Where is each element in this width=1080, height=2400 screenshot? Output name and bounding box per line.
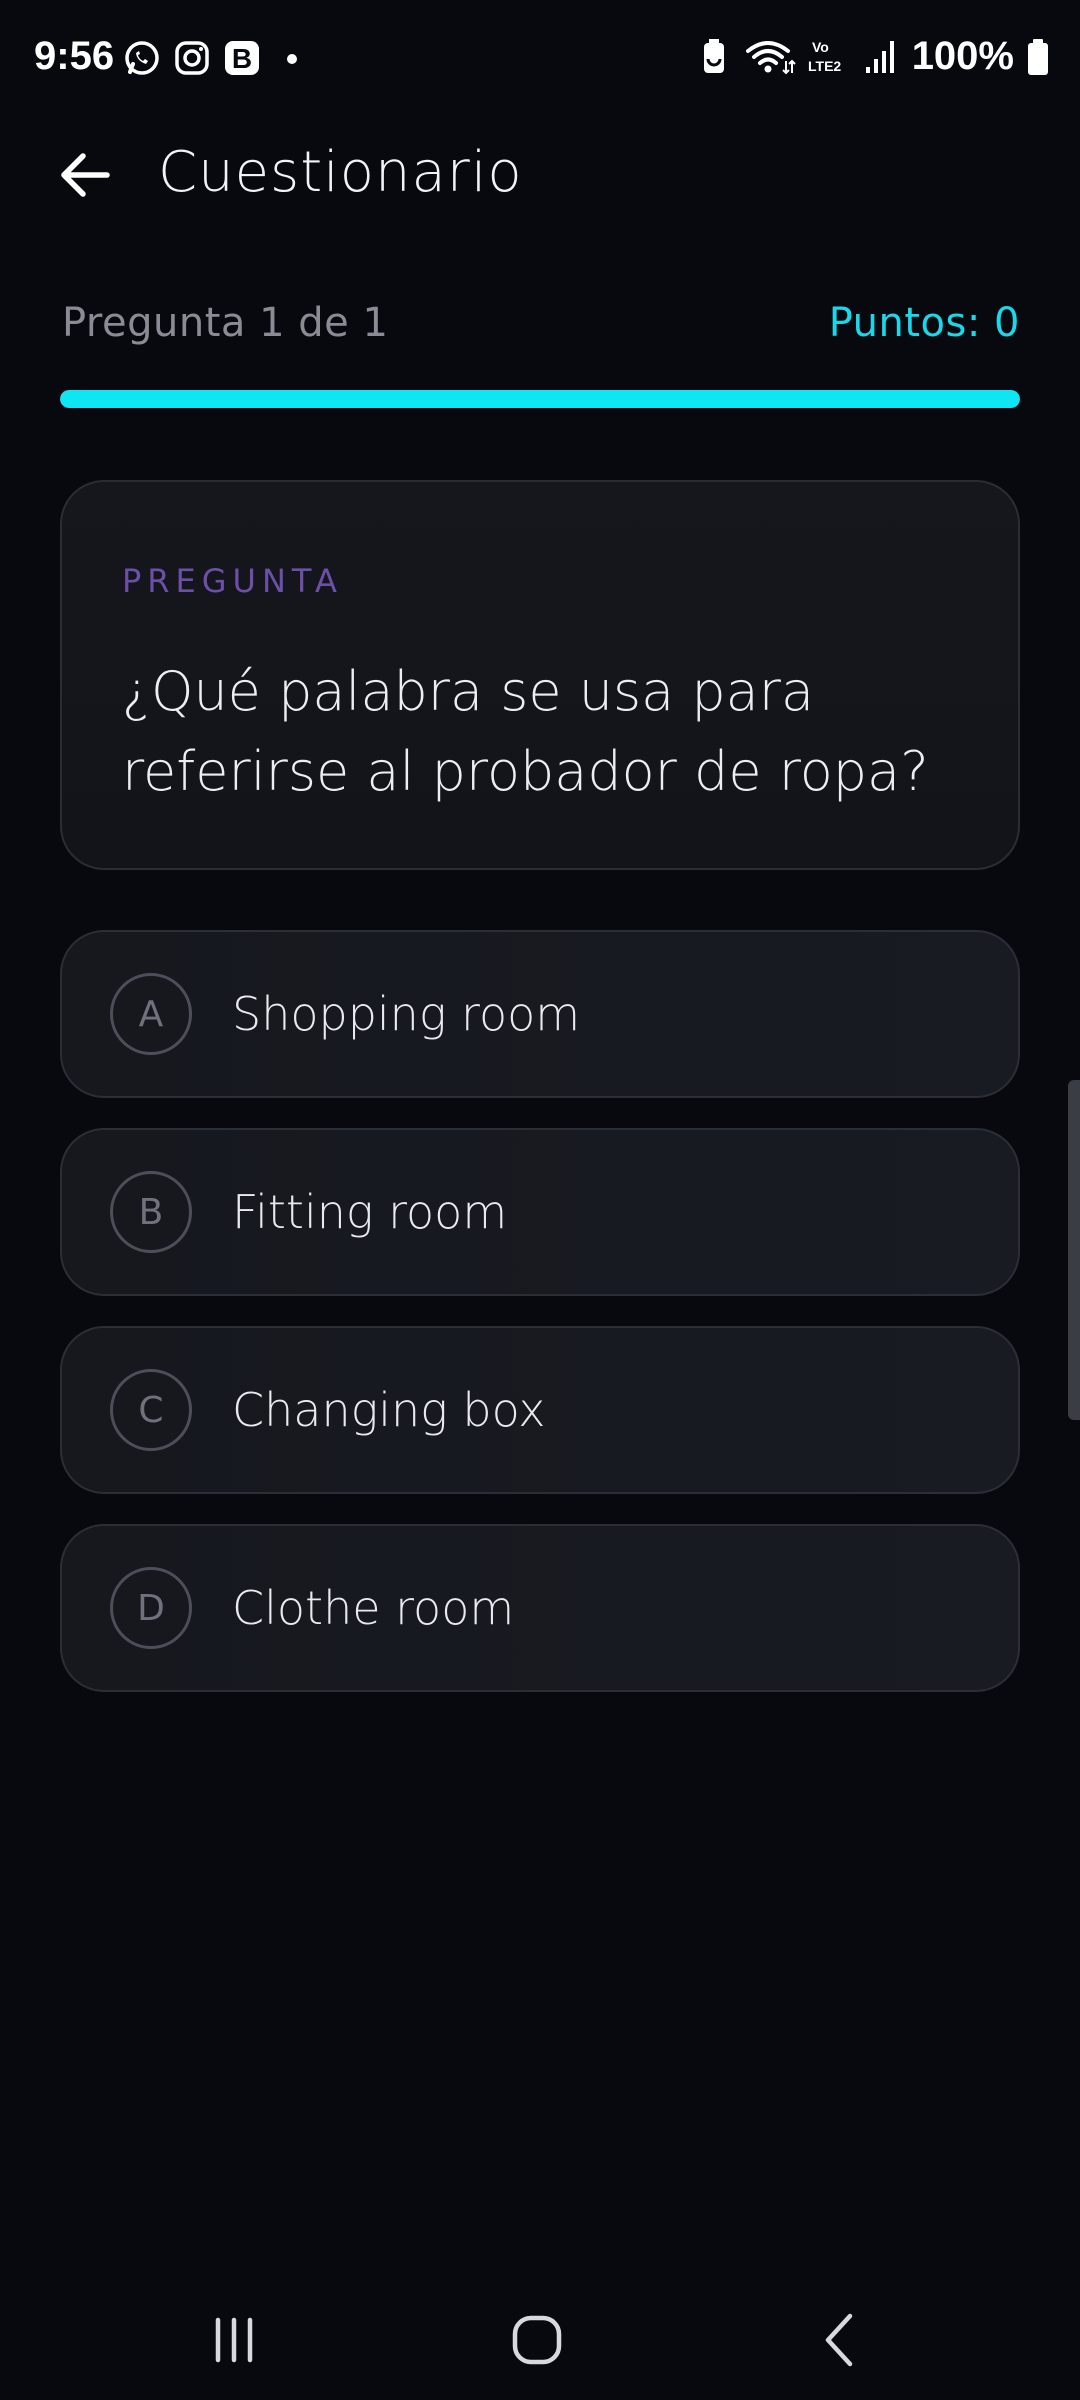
app-bar: Cuestionario: [0, 120, 1080, 230]
page-title: Cuestionario: [158, 140, 523, 205]
option-text: Fitting room: [232, 1185, 508, 1239]
svg-text:LTE2: LTE2: [808, 58, 841, 74]
battery-icon: [1028, 38, 1048, 75]
option-letter-badge: B: [110, 1171, 192, 1253]
home-icon: [512, 2315, 562, 2365]
whatsapp-icon: [125, 41, 159, 75]
signal-icon: [865, 40, 894, 73]
progress-bar: [60, 390, 1020, 408]
option-text: Shopping room: [232, 987, 581, 1041]
answer-option-b[interactable]: B Fitting room: [60, 1128, 1020, 1296]
dot-icon: [287, 54, 297, 64]
answer-option-a[interactable]: A Shopping room: [60, 930, 1020, 1098]
svg-text:Vo: Vo: [812, 39, 829, 55]
back-button[interactable]: [52, 142, 118, 208]
question-card: PREGUNTA ¿Qué palabra se usa para referi…: [60, 480, 1020, 870]
answer-option-c[interactable]: C Changing box: [60, 1326, 1020, 1494]
b-app-icon: B: [225, 41, 259, 75]
points-counter: Puntos: 0: [828, 300, 1020, 346]
chevron-left-icon: [825, 2313, 853, 2367]
recent-apps-icon: [215, 2317, 253, 2363]
status-time: 9:56: [34, 34, 115, 78]
battery-percentage: 100%: [911, 34, 1014, 78]
wifi-icon: [745, 40, 796, 74]
notification-icons: B: [122, 38, 312, 78]
answer-option-d[interactable]: D Clothe room: [60, 1524, 1020, 1692]
option-letter-badge: D: [110, 1567, 192, 1649]
system-back-button[interactable]: [800, 2300, 880, 2380]
option-text: Clothe room: [232, 1581, 515, 1635]
question-counter: Pregunta 1 de 1: [62, 300, 389, 346]
battery-saver-icon: [703, 38, 724, 73]
home-button[interactable]: [497, 2300, 577, 2380]
question-text: ¿Qué palabra se usa para referirse al pr…: [122, 660, 929, 803]
recent-apps-button[interactable]: [194, 2300, 274, 2380]
volte-icon: Vo LTE2: [808, 39, 841, 74]
instagram-icon: [175, 41, 209, 75]
option-letter-badge: A: [110, 973, 192, 1055]
system-icons: Vo LTE2 100%: [696, 34, 1050, 79]
progress-bar-fill: [60, 390, 1020, 408]
svg-text:B: B: [232, 43, 252, 74]
question-label: PREGUNTA: [122, 562, 343, 600]
arrow-left-icon: [61, 153, 110, 197]
option-letter-badge: C: [110, 1369, 192, 1451]
scroll-indicator[interactable]: [1068, 1080, 1080, 1420]
option-text: Changing box: [232, 1383, 546, 1437]
status-bar: 9:56 B Vo LTE2 100%: [0, 0, 1080, 120]
system-nav-bar: [0, 2260, 1080, 2400]
